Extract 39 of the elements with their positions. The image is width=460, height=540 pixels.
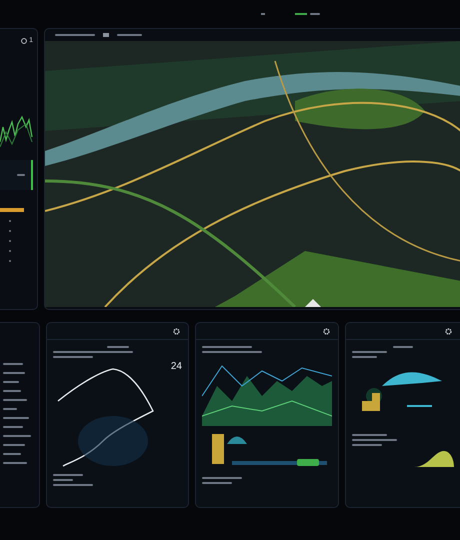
blurred-text-line	[3, 426, 23, 428]
blurred-text-line	[53, 479, 73, 481]
blurred-text-line	[310, 13, 320, 15]
blurred-text-line	[3, 381, 19, 383]
clock-icon	[21, 38, 28, 44]
blurred-text-line	[55, 34, 95, 36]
blurred-text-line	[17, 174, 25, 176]
blurred-text-line	[352, 351, 387, 353]
blurred-text-line	[393, 346, 413, 348]
blurred-text-line	[53, 484, 93, 486]
blurred-text-line	[202, 346, 252, 348]
blurred-text-line	[3, 453, 21, 455]
blurred-text-line	[3, 390, 21, 392]
blurred-text-line	[352, 434, 387, 436]
blurred-text-line	[202, 351, 262, 353]
blurred-text-line	[352, 444, 382, 446]
blurred-text-line	[3, 408, 17, 410]
camera-icon	[103, 33, 109, 37]
route-value: 24	[170, 361, 182, 372]
area-curve-drawing	[414, 449, 454, 467]
blurred-text-line	[352, 356, 377, 358]
blurred-text-line	[3, 435, 31, 437]
blurred-text-line	[3, 363, 23, 365]
blurred-text-line	[117, 34, 142, 36]
blurred-text-line	[352, 439, 397, 441]
blurred-text-line	[3, 417, 29, 419]
gear-icon[interactable]	[173, 328, 180, 334]
blurred-text-line	[53, 474, 83, 476]
blurred-text-line	[3, 444, 25, 446]
blurred-text-line	[202, 477, 242, 479]
gear-icon[interactable]	[445, 328, 452, 334]
blurred-text-line	[106, 346, 128, 348]
blurred-text-line	[3, 399, 27, 401]
gear-icon[interactable]	[323, 328, 330, 334]
blurred-text-line	[3, 462, 27, 464]
accent-stripe	[0, 208, 24, 212]
blurred-text-line	[53, 356, 93, 358]
blurred-text-line	[202, 482, 232, 484]
blurred-text-line	[3, 372, 25, 374]
